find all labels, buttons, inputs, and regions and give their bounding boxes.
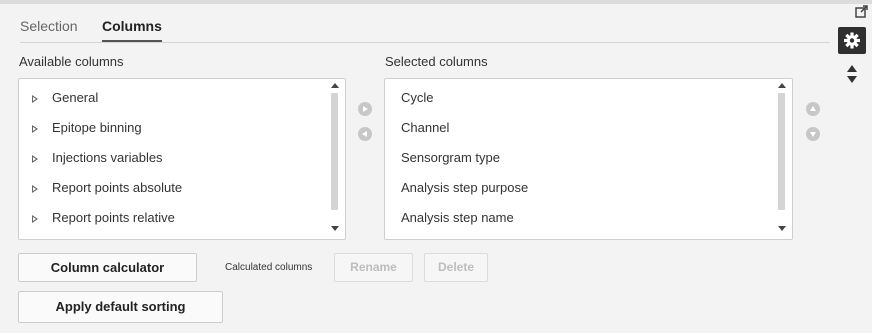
list-item[interactable]: Report points absolute	[19, 180, 319, 202]
tab-selection[interactable]: Selection	[20, 18, 78, 34]
calculated-columns-label: Calculated columns	[225, 262, 313, 273]
list-item[interactable]: Sensorgram type	[385, 150, 765, 172]
arrow-left-circle-icon[interactable]	[358, 127, 372, 141]
scroll-thumb[interactable]	[778, 93, 785, 210]
available-scrollbar[interactable]	[329, 79, 341, 237]
expand-triangle-icon[interactable]	[32, 125, 38, 133]
tab-columns[interactable]: Columns	[102, 18, 162, 42]
settings-button[interactable]	[838, 27, 866, 54]
column-calculator-button[interactable]: Column calculator	[18, 253, 197, 282]
list-item[interactable]: General	[19, 90, 319, 112]
list-item[interactable]: Report points relative	[19, 210, 319, 232]
available-columns-list[interactable]: General Epitope binning Injections varia…	[18, 78, 346, 240]
list-item[interactable]: Injections variables	[19, 150, 319, 172]
rename-button[interactable]: Rename	[334, 253, 413, 282]
list-item[interactable]: Epitope binning	[19, 120, 319, 142]
list-item[interactable]: Analysis step name	[385, 210, 765, 232]
arrow-up-circle-icon[interactable]	[806, 102, 820, 116]
list-item[interactable]: Channel	[385, 120, 765, 142]
sort-icon[interactable]	[847, 64, 857, 84]
expand-triangle-icon[interactable]	[32, 155, 38, 163]
expand-triangle-icon[interactable]	[32, 185, 38, 193]
expand-triangle-icon[interactable]	[32, 215, 38, 223]
list-item[interactable]: Cycle	[385, 90, 765, 112]
available-columns-label: Available columns	[19, 54, 124, 69]
scroll-thumb[interactable]	[331, 93, 338, 210]
scroll-down-arrow-icon[interactable]	[331, 226, 339, 231]
top-border	[0, 0, 872, 4]
tab-bar: Selection Columns	[20, 14, 830, 43]
external-link-icon[interactable]	[855, 5, 868, 18]
selected-scrollbar[interactable]	[776, 79, 788, 237]
scroll-down-arrow-icon[interactable]	[778, 226, 786, 231]
apply-default-sorting-button[interactable]: Apply default sorting	[18, 291, 223, 323]
expand-triangle-icon[interactable]	[32, 95, 38, 103]
gear-icon	[844, 32, 860, 49]
delete-button[interactable]: Delete	[424, 253, 488, 282]
list-item[interactable]: Analysis step purpose	[385, 180, 765, 202]
selected-columns-list[interactable]: Cycle Channel Sensorgram type Analysis s…	[384, 78, 793, 240]
scroll-up-arrow-icon[interactable]	[331, 83, 339, 88]
arrow-down-circle-icon[interactable]	[806, 127, 820, 141]
arrow-right-circle-icon[interactable]	[358, 102, 372, 116]
scroll-up-arrow-icon[interactable]	[778, 83, 786, 88]
selected-columns-label: Selected columns	[385, 54, 488, 69]
